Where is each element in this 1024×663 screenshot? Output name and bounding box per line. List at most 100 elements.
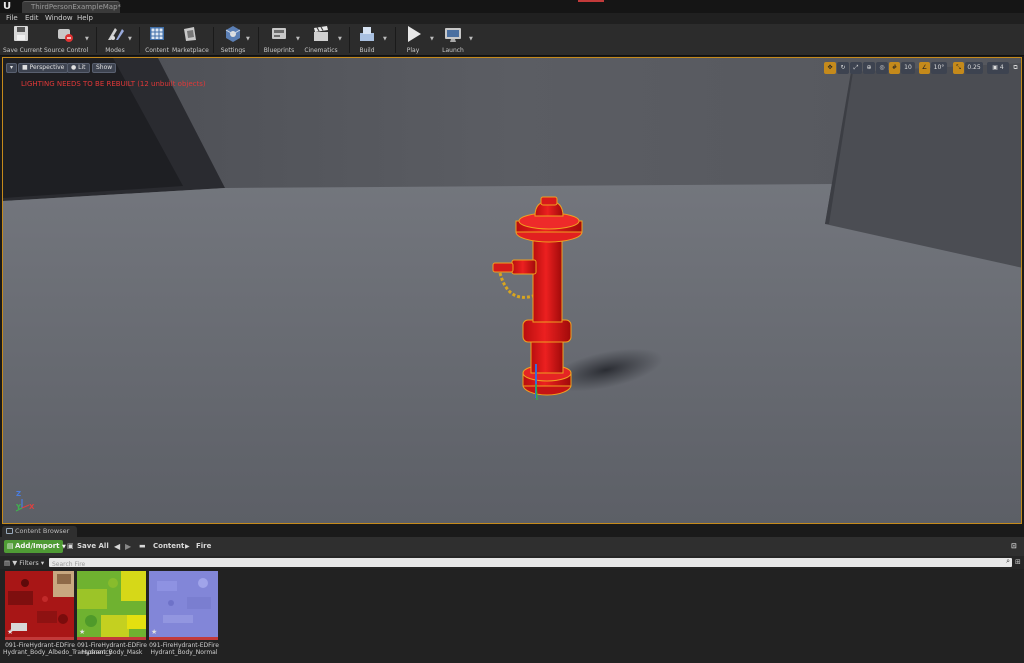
- asset-thumbnail: ★: [149, 571, 218, 637]
- asset-tile[interactable]: ★ 091-FireHydrant-EDFire Hydrant_Body_No…: [149, 571, 219, 656]
- scale-snap-value[interactable]: 0.25: [965, 62, 983, 74]
- translate-tool-icon[interactable]: ✥: [824, 62, 836, 74]
- content-button[interactable]: Content: [143, 25, 171, 55]
- add-import-button[interactable]: ▤ Add/Import ▼: [4, 540, 66, 553]
- sources-toggle-icon[interactable]: ▤: [4, 559, 12, 567]
- toolbar-separator: [395, 27, 396, 53]
- viewport-options-button[interactable]: ▾: [6, 63, 17, 73]
- settings-button[interactable]: Settings: [218, 25, 248, 55]
- asset-search-input[interactable]: [49, 560, 989, 569]
- modes-button[interactable]: Modes: [100, 25, 130, 55]
- rotation-snap-value[interactable]: 10°: [931, 62, 947, 74]
- content-browser-tab[interactable]: Content Browser: [2, 526, 77, 537]
- title-bar: U ThirdPersonExampleMap*: [0, 0, 1024, 13]
- settings-icon: [221, 25, 245, 43]
- menu-bar: File Edit Window Help: [0, 13, 1024, 24]
- toolbar-separator: [96, 27, 97, 53]
- toolbar-separator: [139, 27, 140, 53]
- content-browser-tabstrip: Content Browser: [0, 525, 1024, 537]
- view-options-icon[interactable]: ⊞: [1015, 558, 1021, 566]
- surface-snap-icon[interactable]: ◎: [876, 62, 888, 74]
- cinematics-dropdown-icon[interactable]: ▼: [338, 36, 342, 42]
- favorite-star-icon[interactable]: ★: [79, 628, 85, 636]
- menu-edit[interactable]: Edit: [25, 14, 39, 22]
- launch-icon: [441, 25, 465, 43]
- asset-thumbnail: ★: [77, 571, 146, 637]
- search-icon[interactable]: ⌕: [1006, 557, 1010, 566]
- window-accent: [578, 0, 604, 2]
- modes-dropdown-icon[interactable]: ▼: [128, 36, 132, 42]
- perspective-icon: ■: [22, 64, 30, 71]
- asset-tile[interactable]: ★ 091-FireHydrant-EDFire Hydrant_Body_Ma…: [77, 571, 147, 656]
- breadcrumb-content[interactable]: Content: [153, 540, 184, 553]
- toolbar-separator: [258, 27, 259, 53]
- history-forward-icon[interactable]: ▶: [125, 540, 131, 553]
- favorite-star-icon[interactable]: ★: [151, 628, 157, 636]
- toolbar-separator: [349, 27, 350, 53]
- coordinate-space-icon[interactable]: ⊕: [863, 62, 875, 74]
- cinematics-icon: [309, 25, 333, 43]
- lit-button[interactable]: ● Lit: [67, 63, 90, 73]
- level-tab-label: ThirdPersonExampleMap*: [31, 3, 122, 11]
- save-all-button[interactable]: ▣ Save All: [67, 540, 109, 553]
- play-dropdown-icon[interactable]: ▼: [430, 36, 434, 42]
- asset-name: 091-FireHydrant-EDFire Hydrant_Body_Albe…: [3, 642, 113, 656]
- asset-name: 091-FireHydrant-EDFire Hydrant_Body_Norm…: [149, 642, 219, 656]
- blueprints-icon: [267, 25, 291, 43]
- add-icon: ▤: [7, 542, 14, 550]
- camera-speed-button[interactable]: ▣ 4: [987, 62, 1009, 74]
- play-button[interactable]: Play: [400, 25, 426, 55]
- source-control-button[interactable]: Source Control: [44, 25, 88, 55]
- content-browser-toolbar: ▤ Add/Import ▼ ▣ Save All ◀ ▶ ▬ Content …: [0, 537, 1024, 556]
- level-tab[interactable]: ThirdPersonExampleMap*: [22, 1, 122, 13]
- menu-window[interactable]: Window: [45, 14, 73, 22]
- level-viewport[interactable]: ▾ ■ Perspective ● Lit Show LIGHTING NEED…: [2, 57, 1022, 524]
- history-back-icon[interactable]: ◀: [114, 540, 120, 553]
- source-control-icon: [52, 25, 76, 43]
- play-icon: [401, 25, 425, 43]
- asset-search-box[interactable]: ⌕: [49, 557, 1012, 569]
- rotation-snap-icon[interactable]: ∠: [919, 62, 930, 74]
- modes-icon: [103, 25, 127, 43]
- main-toolbar: Save Current Source Control ▼ Modes ▼ Co…: [0, 24, 1024, 56]
- cinematics-button[interactable]: Cinematics: [304, 25, 338, 55]
- content-icon: [145, 25, 169, 43]
- asset-type-bar: [5, 637, 74, 640]
- marketplace-icon: [178, 25, 202, 43]
- lock-icon[interactable]: ⊡: [1011, 540, 1017, 553]
- unreal-logo-icon[interactable]: U: [3, 1, 15, 12]
- rotate-tool-icon[interactable]: ↻: [837, 62, 849, 74]
- blueprints-dropdown-icon[interactable]: ▼: [296, 36, 300, 42]
- build-button[interactable]: Build: [354, 25, 380, 55]
- menu-help[interactable]: Help: [77, 14, 93, 22]
- content-browser-filterbar: ▤ ▼ Filters ▾ ⌕ ⊞: [0, 556, 1024, 569]
- perspective-button[interactable]: ■ Perspective: [18, 63, 69, 73]
- build-dropdown-icon[interactable]: ▼: [383, 36, 387, 42]
- grid-snap-icon[interactable]: #: [889, 62, 900, 74]
- filters-button[interactable]: ▤ ▼ Filters ▾: [4, 558, 44, 568]
- camera-icon: ▣: [992, 64, 1000, 71]
- grid-snap-value[interactable]: 10: [901, 62, 915, 74]
- lighting-warning: LIGHTING NEEDS TO BE REBUILT (12 unbuilt…: [21, 80, 206, 88]
- favorite-star-icon[interactable]: ★: [7, 628, 13, 636]
- asset-grid[interactable]: ★ 091-FireHydrant-EDFire Hydrant_Body_Al…: [0, 569, 1024, 663]
- settings-dropdown-icon[interactable]: ▼: [246, 36, 250, 42]
- scene-render[interactable]: [3, 58, 1022, 524]
- launch-dropdown-icon[interactable]: ▼: [469, 36, 473, 42]
- marketplace-button[interactable]: Marketplace: [172, 25, 209, 55]
- launch-button[interactable]: Launch: [439, 25, 467, 55]
- asset-tile[interactable]: ★ 091-FireHydrant-EDFire Hydrant_Body_Al…: [3, 571, 113, 656]
- source-control-dropdown-icon[interactable]: ▼: [85, 36, 89, 42]
- breadcrumb-fire[interactable]: Fire: [196, 540, 211, 553]
- scale-snap-icon[interactable]: ⤡: [953, 62, 964, 74]
- folder-icon: ▬: [139, 542, 146, 550]
- maximize-viewport-icon[interactable]: ⧉: [1011, 62, 1020, 74]
- asset-type-bar: [149, 637, 218, 640]
- axis-gizmo-icon: [15, 499, 30, 512]
- blueprints-button[interactable]: Blueprints: [262, 25, 296, 55]
- save-current-button[interactable]: Save Current: [3, 25, 42, 55]
- menu-file[interactable]: File: [6, 14, 18, 22]
- show-button[interactable]: Show: [92, 63, 117, 73]
- breadcrumb-separator-icon[interactable]: ▶: [185, 540, 190, 553]
- scale-tool-icon[interactable]: ⤢: [850, 62, 862, 74]
